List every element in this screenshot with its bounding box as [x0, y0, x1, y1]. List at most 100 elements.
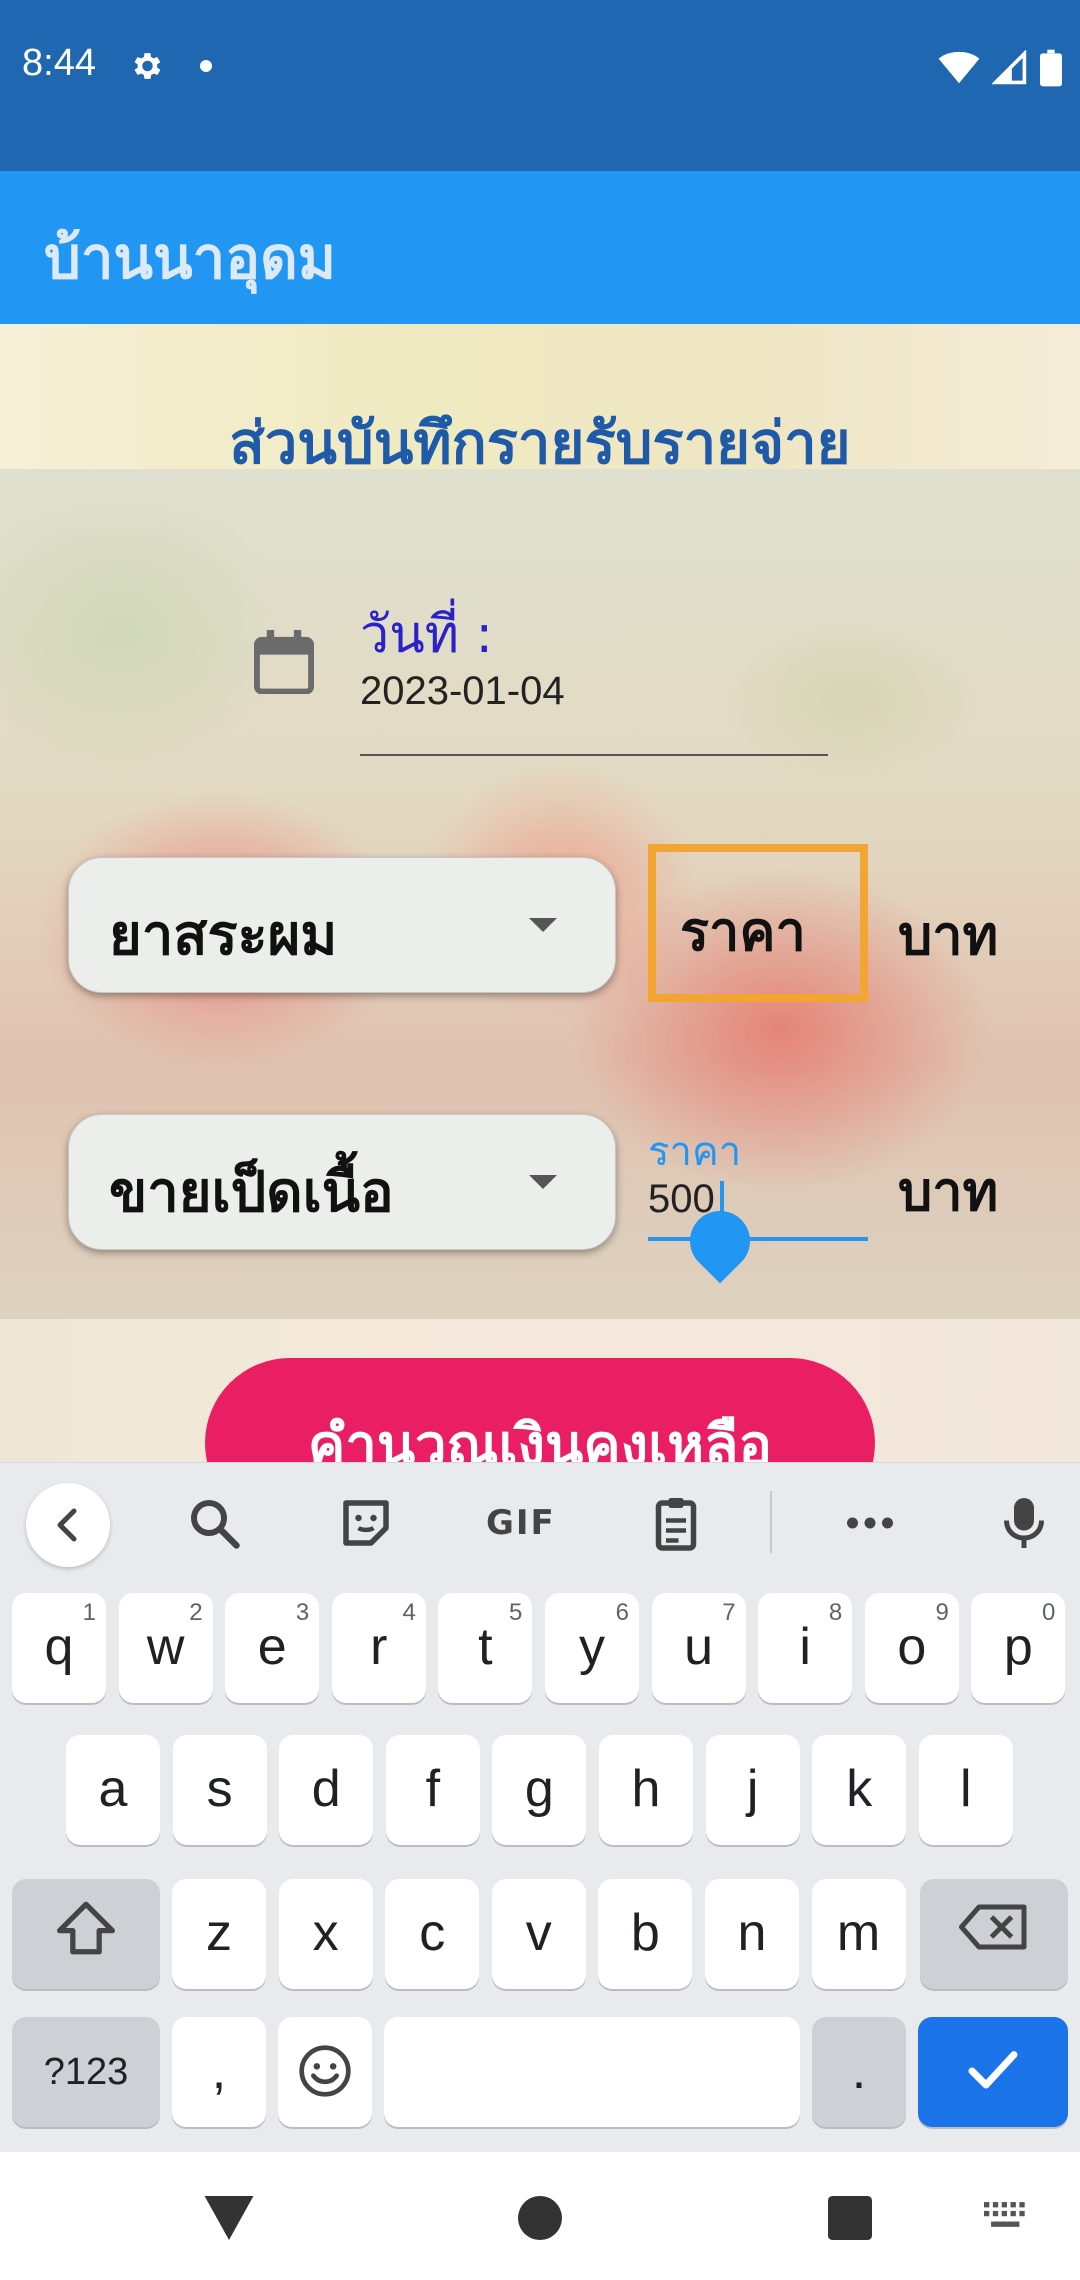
key-label: q	[44, 1618, 74, 1676]
key-label: y	[579, 1618, 605, 1676]
back-icon	[57, 1508, 77, 1542]
dropdown-selected-value: ยาสระผม	[109, 903, 338, 968]
shift-key[interactable]	[12, 1879, 160, 1989]
emoji-key[interactable]	[278, 2017, 372, 2127]
key-number-hint: 0	[1042, 1599, 1056, 1626]
key-j[interactable]: j	[705, 1735, 800, 1845]
key-v[interactable]: v	[491, 1879, 586, 1989]
currency-unit-label: บาท	[898, 1160, 999, 1223]
key-n[interactable]: n	[705, 1879, 799, 1989]
keyboard-switch-icon[interactable]	[984, 2202, 1030, 2234]
calendar-icon[interactable]	[254, 630, 314, 694]
key-s[interactable]: s	[172, 1735, 267, 1845]
mic-icon[interactable]	[994, 1493, 1054, 1553]
key-p[interactable]: p0	[971, 1593, 1066, 1703]
key-m[interactable]: m	[811, 1879, 906, 1989]
key-r[interactable]: r4	[331, 1593, 426, 1703]
calculate-balance-button[interactable]: คำนวณเงินคงเหลือ	[205, 1358, 875, 1464]
key-o[interactable]: o9	[864, 1593, 959, 1703]
key-w[interactable]: w2	[118, 1593, 213, 1703]
clock: 8:44	[22, 42, 96, 84]
key-k[interactable]: k	[812, 1735, 907, 1845]
chevron-down-icon	[529, 918, 557, 932]
nav-home-icon[interactable]	[518, 2196, 562, 2240]
price-floating-label: ราคา	[648, 1129, 742, 1175]
keyboard-toolbar: GIF	[0, 1463, 1080, 1581]
backspace-icon	[959, 1904, 1027, 1950]
income-price-input[interactable]: ราคา 500	[648, 1119, 868, 1284]
key-a[interactable]: a	[66, 1735, 160, 1845]
key-y[interactable]: y6	[545, 1593, 639, 1703]
expense-category-dropdown[interactable]: ยาสระผม	[68, 857, 616, 993]
key-number-hint: 6	[615, 1599, 629, 1626]
search-icon[interactable]	[184, 1493, 244, 1553]
key-label: p	[1003, 1618, 1033, 1676]
key-q[interactable]: q1	[12, 1593, 106, 1703]
key-i[interactable]: i8	[758, 1593, 853, 1703]
check-icon	[968, 2051, 1018, 2089]
main-content: ส่วนบันทึกรายรับรายจ่าย วันที่ : 2023-01…	[0, 324, 1080, 1464]
date-field[interactable]: 2023-01-04	[360, 669, 565, 714]
key-e[interactable]: e3	[225, 1593, 320, 1703]
space-key[interactable]	[384, 2017, 800, 2127]
period-key[interactable]: .	[812, 2017, 906, 2127]
back-button[interactable]	[26, 1483, 110, 1567]
key-label: i	[799, 1618, 811, 1676]
key-label: e	[257, 1618, 287, 1676]
key-number-hint: 1	[82, 1599, 96, 1626]
key-c[interactable]: c	[385, 1879, 480, 1989]
key-l[interactable]: l	[918, 1735, 1013, 1845]
app-title: บ้านนาอุดม	[44, 224, 336, 292]
battery-icon	[1040, 49, 1062, 87]
cell-signal-icon	[992, 50, 1027, 85]
system-icons	[938, 48, 1062, 88]
key-label: o	[897, 1618, 927, 1676]
key-h[interactable]: h	[599, 1735, 693, 1845]
shift-icon	[57, 1901, 116, 1955]
key-label: r	[370, 1618, 388, 1676]
key-label: t	[478, 1618, 493, 1676]
backspace-key[interactable]	[920, 1879, 1068, 1989]
symbols-key[interactable]: ?123	[12, 2017, 160, 2127]
currency-unit-label: บาท	[898, 904, 999, 967]
more-icon[interactable]	[840, 1493, 900, 1553]
dropdown-selected-value: ขายเป็ดเนื้อ	[109, 1160, 394, 1225]
wifi-icon	[938, 51, 980, 84]
notification-dot-icon	[200, 60, 212, 72]
key-b[interactable]: b	[598, 1879, 693, 1989]
gif-button[interactable]: GIF	[486, 1503, 556, 1543]
date-field-underline	[360, 754, 828, 756]
date-label: วันที่ :	[360, 605, 494, 665]
key-g[interactable]: g	[492, 1735, 587, 1845]
key-z[interactable]: z	[172, 1879, 266, 1989]
key-number-hint: 5	[509, 1599, 523, 1626]
status-bar: 8:44	[0, 0, 1080, 171]
app-bar: บ้านนาอุดม	[0, 171, 1080, 324]
key-u[interactable]: u7	[651, 1593, 746, 1703]
navigation-bar	[0, 2152, 1080, 2280]
key-number-hint: 2	[189, 1599, 203, 1626]
toolbar-divider	[770, 1491, 772, 1553]
key-d[interactable]: d	[279, 1735, 374, 1845]
expense-price-input[interactable]: ราคา	[648, 844, 868, 1002]
key-label: w	[146, 1618, 185, 1676]
nav-back-icon[interactable]	[204, 2196, 254, 2240]
focused-underline	[648, 1237, 868, 1241]
income-category-dropdown[interactable]: ขายเป็ดเนื้อ	[68, 1114, 616, 1250]
chevron-down-icon	[529, 1175, 557, 1189]
page-title: ส่วนบันทึกรายรับรายจ่าย	[229, 409, 851, 477]
key-f[interactable]: f	[385, 1735, 480, 1845]
emoji-icon	[299, 2045, 351, 2097]
gear-icon	[134, 53, 161, 79]
key-t[interactable]: t5	[438, 1593, 533, 1703]
key-number-hint: 4	[402, 1599, 416, 1626]
key-number-hint: 8	[828, 1599, 843, 1626]
key-x[interactable]: x	[278, 1879, 373, 1989]
comma-key[interactable]: ,	[172, 2017, 266, 2127]
done-key[interactable]	[918, 2017, 1068, 2127]
key-number-hint: 9	[935, 1599, 949, 1626]
sticker-icon[interactable]	[336, 1493, 396, 1553]
clipboard-icon[interactable]	[646, 1493, 706, 1553]
key-number-hint: 7	[722, 1599, 736, 1626]
nav-recents-icon[interactable]	[828, 2196, 872, 2240]
